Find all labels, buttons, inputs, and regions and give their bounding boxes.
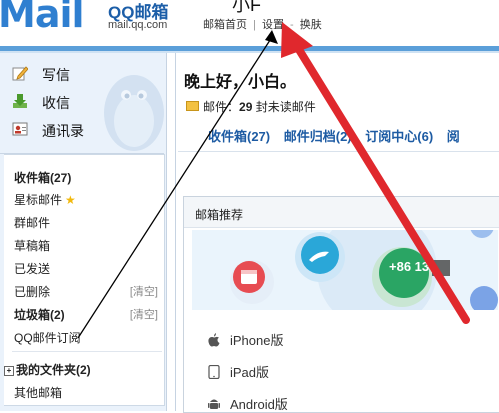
- thin-arrow-head-icon: [265, 30, 278, 44]
- annotation-overlay: [77, 22, 470, 339]
- thin-arrow-line: [77, 36, 273, 339]
- red-arrow-line: [294, 44, 470, 324]
